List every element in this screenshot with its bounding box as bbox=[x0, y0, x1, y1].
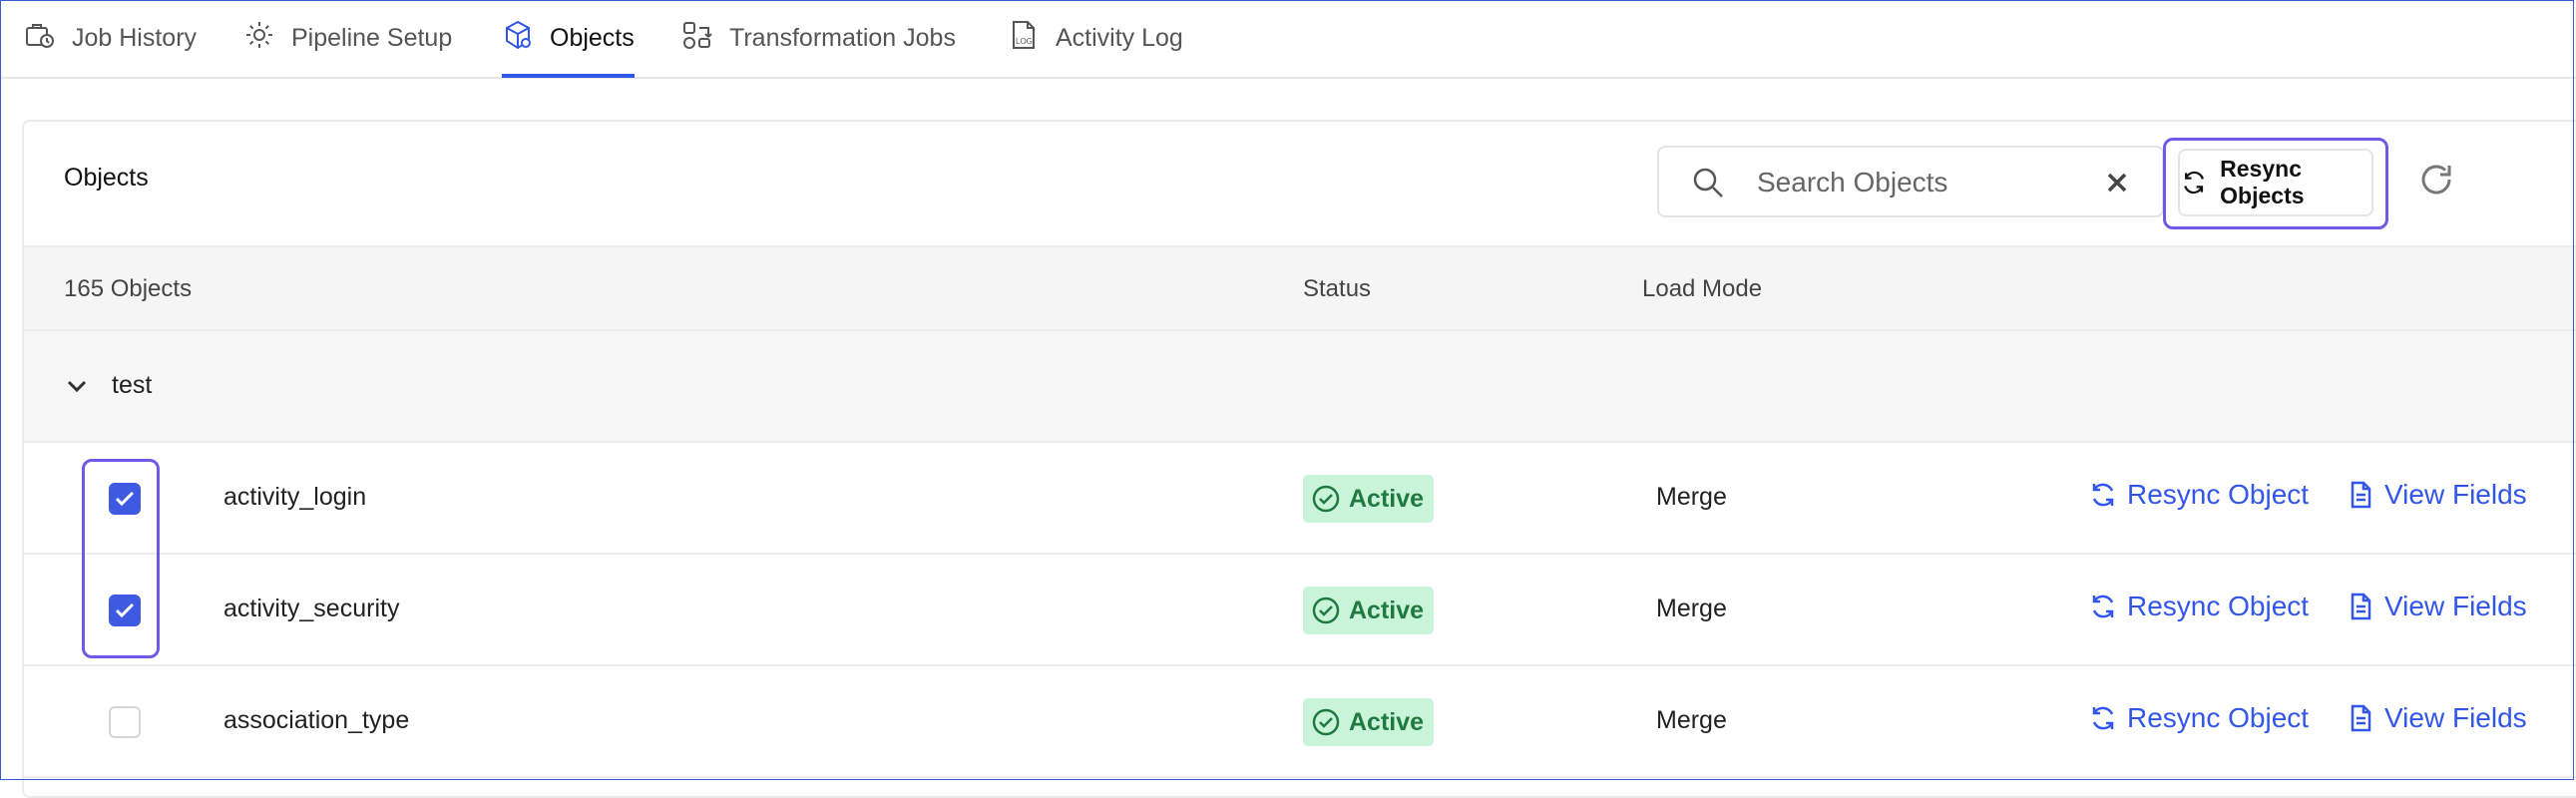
object-name: activity_security bbox=[223, 595, 400, 622]
chevron-down-icon[interactable] bbox=[64, 373, 90, 399]
row-checkbox[interactable] bbox=[109, 483, 141, 515]
object-name: activity_login bbox=[223, 483, 367, 511]
briefcase-clock-icon bbox=[24, 19, 56, 58]
group-row[interactable]: test bbox=[24, 331, 2576, 443]
svg-text:LOG: LOG bbox=[1016, 37, 1033, 46]
tab-label: Job History bbox=[72, 24, 198, 52]
sync-icon bbox=[2092, 706, 2114, 730]
active-tab-indicator bbox=[502, 74, 635, 78]
view-fields-link[interactable]: View Fields bbox=[2347, 702, 2527, 734]
load-mode: Merge bbox=[1656, 706, 1727, 734]
view-fields-link[interactable]: View Fields bbox=[2347, 591, 2527, 622]
view-fields-link[interactable]: View Fields bbox=[2347, 479, 2527, 511]
table-header: 165 Objects Status Load Mode bbox=[24, 245, 2576, 331]
document-icon bbox=[2351, 704, 2371, 732]
table-row: activity_login Active Merge Resync Objec… bbox=[24, 443, 2576, 555]
tab-pipeline-setup[interactable]: Pipeline Setup bbox=[243, 0, 452, 77]
document-icon bbox=[2351, 593, 2371, 620]
header-objects: 165 Objects bbox=[64, 275, 193, 302]
objects-panel: Objects Resync Objects 165 Objects Statu… bbox=[22, 120, 2576, 798]
table-row: association_type Active Merge Resync Obj… bbox=[24, 666, 2576, 778]
header-status: Status bbox=[1303, 275, 1372, 302]
check-circle-icon bbox=[1312, 708, 1340, 736]
gear-icon bbox=[243, 19, 275, 58]
tab-label: Activity Log bbox=[1056, 24, 1183, 52]
tab-objects[interactable]: Objects bbox=[502, 0, 635, 78]
status-badge: Active bbox=[1303, 698, 1435, 746]
search-icon bbox=[1693, 168, 1723, 198]
refresh-icon bbox=[2184, 171, 2204, 195]
resync-object-link[interactable]: Resync Object bbox=[2089, 591, 2309, 622]
resync-object-link[interactable]: Resync Object bbox=[2089, 479, 2309, 511]
search-input[interactable] bbox=[1755, 160, 2098, 205]
resync-objects-label: Resync Objects bbox=[2220, 156, 2305, 208]
check-circle-icon bbox=[1312, 485, 1340, 513]
object-name: association_type bbox=[223, 706, 410, 734]
table-row: activity_security Active Merge Resync Ob… bbox=[24, 555, 2576, 666]
panel-title: Objects bbox=[64, 164, 149, 192]
tab-transformation-jobs[interactable]: Transformation Jobs bbox=[681, 0, 956, 77]
row-checkbox[interactable] bbox=[109, 595, 141, 626]
resync-objects-button[interactable]: Resync Objects bbox=[2178, 149, 2373, 216]
tab-bar: Job History Pipeline Setup Objects Trans… bbox=[0, 0, 2576, 79]
tab-label: Objects bbox=[550, 24, 635, 52]
reload-icon[interactable] bbox=[2416, 160, 2456, 200]
sync-icon bbox=[2092, 483, 2114, 507]
sync-icon bbox=[2092, 595, 2114, 618]
resync-object-link[interactable]: Resync Object bbox=[2089, 702, 2309, 734]
transform-icon bbox=[681, 19, 713, 58]
group-name: test bbox=[112, 371, 153, 399]
load-mode: Merge bbox=[1656, 483, 1727, 511]
header-load-mode: Load Mode bbox=[1642, 275, 1763, 302]
tab-activity-log[interactable]: LOG Activity Log bbox=[1008, 0, 1183, 77]
tab-label: Transformation Jobs bbox=[729, 24, 956, 52]
tab-label: Pipeline Setup bbox=[291, 24, 453, 52]
tab-job-history[interactable]: Job History bbox=[24, 0, 197, 77]
search-box bbox=[1657, 146, 2164, 217]
log-file-icon: LOG bbox=[1008, 19, 1040, 58]
close-icon[interactable] bbox=[2102, 168, 2132, 198]
check-circle-icon bbox=[1312, 597, 1340, 624]
load-mode: Merge bbox=[1656, 595, 1727, 622]
row-checkbox[interactable] bbox=[109, 706, 141, 738]
status-badge: Active bbox=[1303, 587, 1435, 634]
document-icon bbox=[2351, 481, 2371, 509]
resync-objects-highlight: Resync Objects bbox=[2163, 138, 2388, 229]
cube-icon bbox=[502, 19, 534, 58]
status-badge: Active bbox=[1303, 475, 1435, 523]
